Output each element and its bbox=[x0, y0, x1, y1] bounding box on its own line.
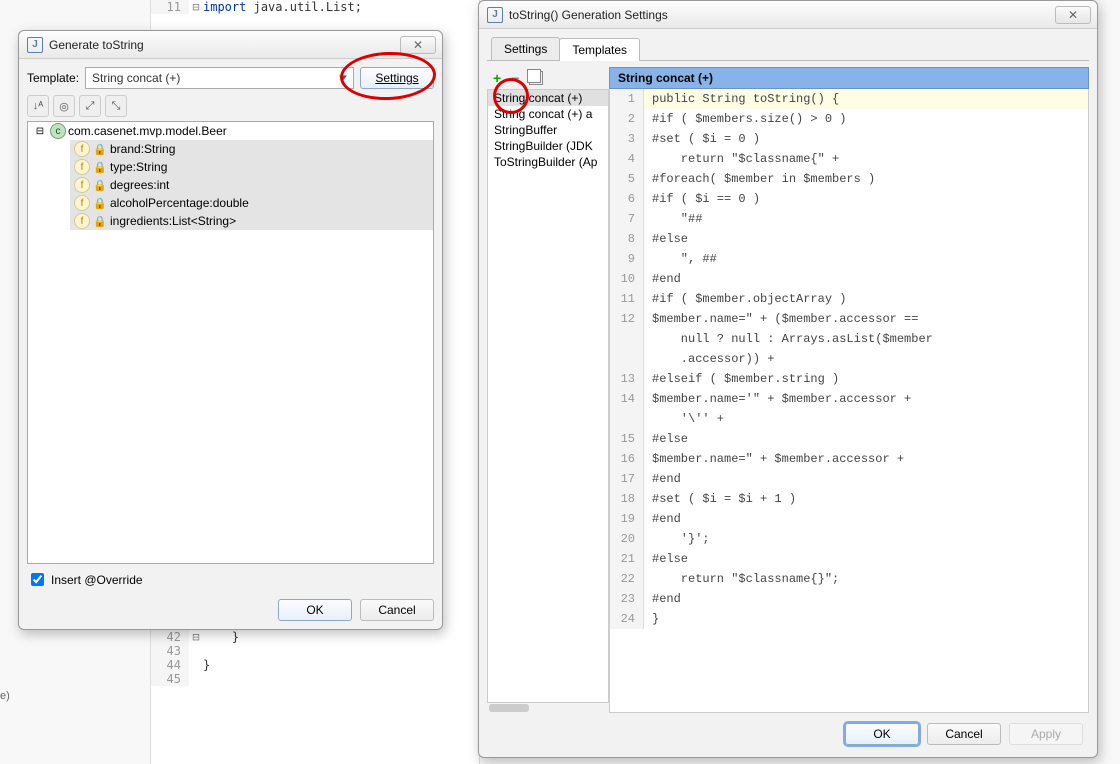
field-type[interactable]: f🔒type:String bbox=[70, 158, 433, 176]
template-toolbar: + − bbox=[487, 67, 609, 89]
titlebar[interactable]: J Generate toString ✕ bbox=[19, 31, 442, 59]
list-hscrollbar[interactable] bbox=[487, 703, 609, 713]
code-line[interactable]: 5#foreach( $member in $members ) bbox=[610, 169, 1088, 189]
tab-templates[interactable]: Templates bbox=[559, 38, 640, 61]
close-icon[interactable]: ✕ bbox=[400, 36, 436, 54]
code-line[interactable]: 3#set ( $i = 0 ) bbox=[610, 129, 1088, 149]
code-line[interactable]: 22 return "$classname{}"; bbox=[610, 569, 1088, 589]
ok-button[interactable]: OK bbox=[278, 599, 352, 621]
generate-tostring-dialog: J Generate toString ✕ Template: String c… bbox=[18, 30, 443, 630]
code-line[interactable]: 14$member.name='" + $member.accessor + bbox=[610, 389, 1088, 409]
intellij-icon: J bbox=[27, 37, 43, 53]
code-line[interactable]: 23#end bbox=[610, 589, 1088, 609]
template-item-4[interactable]: ToStringBuilder (Ap bbox=[488, 154, 608, 170]
field-alcohol[interactable]: f🔒alcoholPercentage:double bbox=[70, 194, 433, 212]
code-line[interactable]: null ? null : Arrays.asList($member bbox=[610, 329, 1088, 349]
collapse-icon[interactable]: ⤡ bbox=[105, 95, 127, 117]
tab-settings[interactable]: Settings bbox=[491, 37, 560, 60]
field-icon: f bbox=[74, 177, 90, 193]
field-tree[interactable]: ⊟ c com.casenet.mvp.model.Beer f🔒brand:S… bbox=[27, 121, 434, 564]
code-line[interactable]: '\'' + bbox=[610, 409, 1088, 429]
window-title: toString() Generation Settings bbox=[509, 8, 1055, 22]
field-ingredients[interactable]: f🔒ingredients:List<String> bbox=[70, 212, 433, 230]
lock-icon: 🔒 bbox=[92, 177, 108, 193]
lock-icon: 🔒 bbox=[92, 195, 108, 211]
target-icon[interactable]: ◎ bbox=[53, 95, 75, 117]
code-line[interactable]: 2#if ( $members.size() > 0 ) bbox=[610, 109, 1088, 129]
tostring-settings-dialog: J toString() Generation Settings ✕ Setti… bbox=[478, 0, 1098, 758]
code-line[interactable]: 1public String toString() { bbox=[610, 89, 1088, 109]
code-line[interactable]: .accessor)) + bbox=[610, 349, 1088, 369]
code-line[interactable]: 12$member.name=" + ($member.accessor == bbox=[610, 309, 1088, 329]
class-name: com.casenet.mvp.model.Beer bbox=[68, 124, 227, 138]
code-line[interactable]: 4 return "$classname{" + bbox=[610, 149, 1088, 169]
code-line[interactable]: 8#else bbox=[610, 229, 1088, 249]
insert-override-checkbox[interactable] bbox=[31, 573, 44, 586]
code-line[interactable]: 15#else bbox=[610, 429, 1088, 449]
expand-icon[interactable]: ⤢ bbox=[79, 95, 101, 117]
template-code-editor[interactable]: 1public String toString() {2#if ( $membe… bbox=[609, 89, 1089, 713]
code-line[interactable]: 20 '}'; bbox=[610, 529, 1088, 549]
cancel-button[interactable]: Cancel bbox=[360, 599, 434, 621]
class-icon: c bbox=[50, 123, 66, 139]
field-icon: f bbox=[74, 141, 90, 157]
add-template-icon[interactable]: + bbox=[493, 70, 501, 86]
editor-title: String concat (+) bbox=[609, 67, 1089, 89]
copy-template-icon[interactable] bbox=[529, 71, 543, 85]
template-item-2[interactable]: StringBuffer bbox=[488, 122, 608, 138]
field-brand[interactable]: f🔒brand:String bbox=[70, 140, 433, 158]
sidebar-text-stub: e) bbox=[0, 690, 10, 702]
settings-button[interactable]: Settings bbox=[360, 67, 434, 89]
code-line[interactable]: 9 ", ## bbox=[610, 249, 1088, 269]
template-combo-value: String concat (+) bbox=[92, 71, 180, 85]
ok-button[interactable]: OK bbox=[845, 723, 919, 745]
window-title: Generate toString bbox=[49, 38, 400, 52]
apply-button[interactable]: Apply bbox=[1009, 723, 1083, 745]
code-line[interactable]: 10#end bbox=[610, 269, 1088, 289]
code-line[interactable]: 16$member.name=" + $member.accessor + bbox=[610, 449, 1088, 469]
code-line[interactable]: 17#end bbox=[610, 469, 1088, 489]
code-line[interactable]: 24} bbox=[610, 609, 1088, 629]
template-item-3[interactable]: StringBuilder (JDK bbox=[488, 138, 608, 154]
lock-icon: 🔒 bbox=[92, 141, 108, 157]
minus-icon[interactable]: ⊟ bbox=[32, 123, 48, 139]
remove-template-icon[interactable]: − bbox=[511, 70, 519, 86]
code-line[interactable]: 11#if ( $member.objectArray ) bbox=[610, 289, 1088, 309]
intellij-icon: J bbox=[487, 7, 503, 23]
field-icon: f bbox=[74, 213, 90, 229]
template-item-0[interactable]: String concat (+) bbox=[488, 90, 608, 106]
template-item-1[interactable]: String concat (+) a bbox=[488, 106, 608, 122]
code-line[interactable]: 21#else bbox=[610, 549, 1088, 569]
lock-icon: 🔒 bbox=[92, 213, 108, 229]
template-list[interactable]: String concat (+) String concat (+) a St… bbox=[487, 89, 609, 703]
sort-icon[interactable]: ↓ᴬ bbox=[27, 95, 49, 117]
tree-toolbar: ↓ᴬ ◎ ⤢ ⤡ bbox=[27, 95, 434, 117]
insert-override-label: Insert @Override bbox=[51, 573, 143, 587]
field-icon: f bbox=[74, 195, 90, 211]
template-combo[interactable]: String concat (+) bbox=[85, 67, 354, 89]
field-degrees[interactable]: f🔒degrees:int bbox=[70, 176, 433, 194]
tree-root-node[interactable]: ⊟ c com.casenet.mvp.model.Beer bbox=[28, 122, 433, 140]
cancel-button[interactable]: Cancel bbox=[927, 723, 1001, 745]
code-line[interactable]: 18#set ( $i = $i + 1 ) bbox=[610, 489, 1088, 509]
code-line[interactable]: 7 "## bbox=[610, 209, 1088, 229]
field-icon: f bbox=[74, 159, 90, 175]
code-line[interactable]: 6#if ( $i == 0 ) bbox=[610, 189, 1088, 209]
template-label: Template: bbox=[27, 71, 79, 85]
code-line[interactable]: 19#end bbox=[610, 509, 1088, 529]
close-icon[interactable]: ✕ bbox=[1055, 6, 1091, 24]
code-line[interactable]: 13#elseif ( $member.string ) bbox=[610, 369, 1088, 389]
settings-tabs: Settings Templates bbox=[487, 37, 1089, 61]
lock-icon: 🔒 bbox=[92, 159, 108, 175]
titlebar[interactable]: J toString() Generation Settings ✕ bbox=[479, 1, 1097, 29]
